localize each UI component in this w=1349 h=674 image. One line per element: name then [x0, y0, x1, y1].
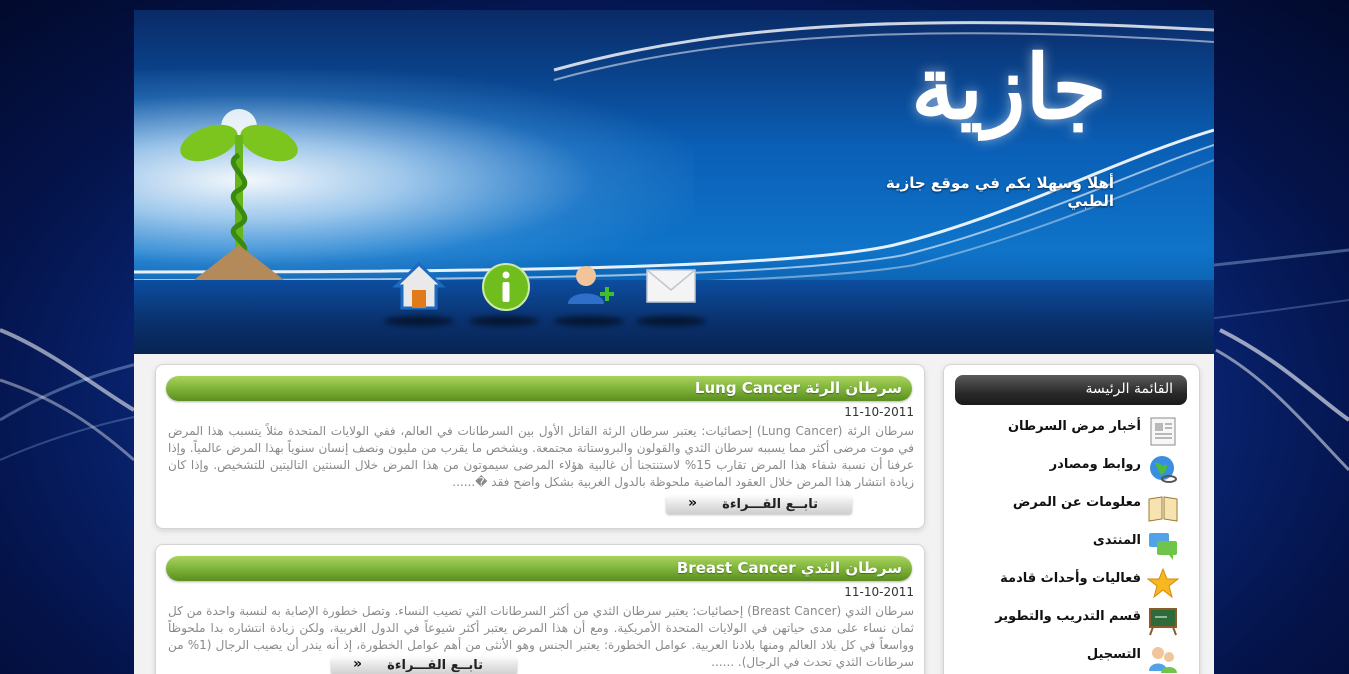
- post-title-bar: سرطان الثدي Breast Cancer: [166, 556, 912, 581]
- sidebar-item-label: فعاليات وأحداث قادمة: [1000, 571, 1141, 586]
- post-card: سرطان الثدي Breast Cancer 11-10-2011 سرط…: [155, 544, 925, 674]
- welcome-text: أهلا وسهلا بكم في موقع جازية الطبي: [885, 174, 1114, 210]
- sidebar-item-label: معلومات عن المرض: [1012, 495, 1141, 510]
- mail-icon[interactable]: [644, 260, 698, 314]
- double-chevron-icon: »: [353, 656, 363, 672]
- site-logo-title[interactable]: جازية: [899, 35, 1119, 175]
- info-icon[interactable]: [479, 260, 533, 314]
- nav-shadow: [554, 316, 624, 326]
- read-more-button[interactable]: تابــع القـــراءة »: [666, 495, 852, 514]
- sidebar-item-training[interactable]: قسم التدريب والتطوير: [964, 603, 1189, 637]
- users-icon: [1149, 647, 1177, 673]
- post-card: سرطان الرئة Lung Cancer 11-10-2011 سرطان…: [155, 364, 925, 529]
- sidebar-item-label: قسم التدريب والتطوير: [995, 609, 1141, 624]
- post-title[interactable]: سرطان الثدي Breast Cancer: [677, 559, 902, 577]
- sidebar-item-label: روابط ومصادر: [1049, 457, 1141, 472]
- main-menu-sidebar: القائمة الرئيسة أخبار مرض السرطان روابط …: [943, 364, 1200, 674]
- sidebar-item-disease-info[interactable]: معلومات عن المرض: [964, 489, 1189, 523]
- sidebar-item-cancer-news[interactable]: أخبار مرض السرطان: [964, 413, 1189, 447]
- nav-shadow: [469, 316, 539, 326]
- home-icon[interactable]: [392, 260, 446, 314]
- caduceus-logo-icon: [180, 109, 298, 280]
- add-user-icon[interactable]: [564, 260, 618, 314]
- double-chevron-icon: »: [688, 495, 698, 511]
- post-excerpt: سرطان الرئة (Lung Cancer) إحصائيات: يعتب…: [168, 424, 914, 489]
- site-header: جازية أهلا وسهلا بكم في موقع جازية الطبي: [134, 10, 1214, 354]
- page-container: جازية أهلا وسهلا بكم في موقع جازية الطبي: [134, 10, 1214, 674]
- post-date: 11-10-2011: [844, 585, 914, 599]
- open-book-icon: [1148, 496, 1178, 522]
- sidebar-item-events[interactable]: فعاليات وأحداث قادمة: [964, 565, 1189, 599]
- read-more-label: تابــع القـــراءة: [722, 497, 818, 512]
- post-date: 11-10-2011: [844, 405, 914, 419]
- post-title-bar: سرطان الرئة Lung Cancer: [166, 376, 912, 401]
- nav-shadow: [384, 316, 454, 326]
- post-title[interactable]: سرطان الرئة Lung Cancer: [695, 379, 902, 397]
- read-more-button[interactable]: تابــع القـــراءة »: [331, 656, 517, 674]
- sidebar-item-links[interactable]: روابط ومصادر: [964, 451, 1189, 485]
- sidebar-item-label: التسجيل: [1086, 647, 1141, 662]
- newspaper-icon: [1150, 417, 1176, 446]
- chat-bubbles-icon: [1149, 533, 1177, 560]
- sidebar-title: القائمة الرئيسة: [1085, 381, 1173, 397]
- nav-shadow: [636, 316, 706, 326]
- sidebar-header: القائمة الرئيسة: [955, 375, 1187, 405]
- sidebar-item-label: المنتدى: [1092, 533, 1141, 548]
- sidebar-item-register[interactable]: التسجيل: [964, 641, 1189, 674]
- post-excerpt: سرطان الثدي (Breast Cancer) إحصائيات: يع…: [168, 604, 915, 669]
- sidebar-item-forum[interactable]: المنتدى: [964, 527, 1189, 561]
- star-icon: [1147, 567, 1179, 599]
- read-more-label: تابــع القـــراءة: [387, 658, 483, 673]
- globe-link-icon: [1150, 456, 1177, 483]
- chalkboard-icon: [1149, 608, 1177, 636]
- sidebar-item-label: أخبار مرض السرطان: [1007, 419, 1141, 434]
